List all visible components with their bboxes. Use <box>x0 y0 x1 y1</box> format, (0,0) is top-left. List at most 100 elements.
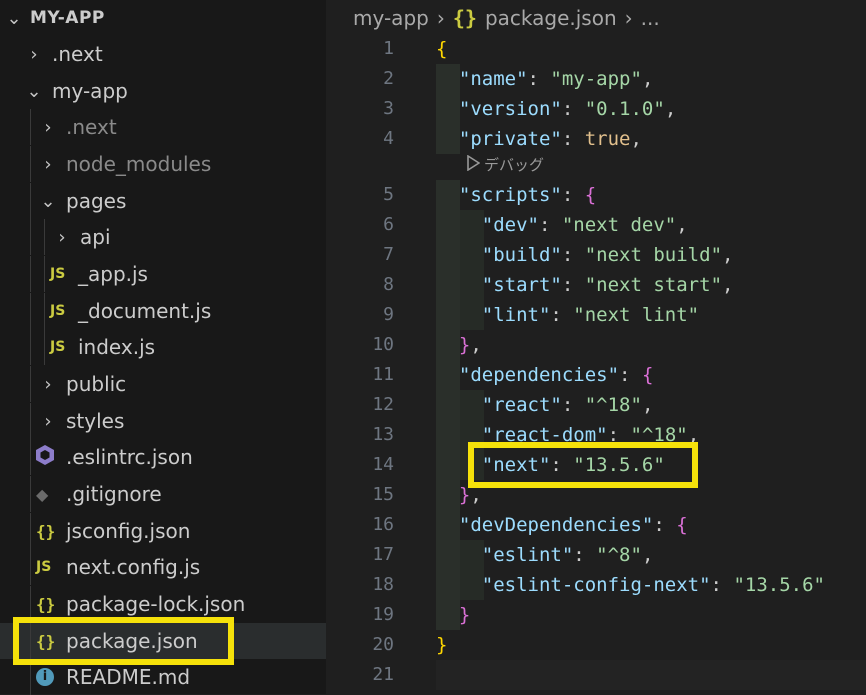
tree-item-label: my-app <box>52 79 128 103</box>
tree-folder-next-root[interactable]: › .next <box>0 36 326 72</box>
line-number: 11 <box>372 364 394 385</box>
chevron-right-icon: › <box>624 6 633 30</box>
explorer-sidebar: ⌄ MY-APP › .next ⌄ my-app › .next › node… <box>0 0 326 695</box>
tree-file-app-js[interactable]: JS _app.js <box>0 256 326 292</box>
tree-file-package-json[interactable]: {} package.json <box>0 623 326 659</box>
info-icon: i <box>36 668 54 686</box>
tree-file-document-js[interactable]: JS _document.js <box>0 293 326 329</box>
code-line-9: "lint": "next lint" <box>481 304 700 326</box>
code-line-10: }, <box>458 334 482 356</box>
line-number: 20 <box>372 634 394 655</box>
code-line-13: "react-dom": "^18", <box>481 424 700 446</box>
tree-item-label: api <box>80 225 111 249</box>
code-line-3: "version": "0.1.0", <box>458 98 677 120</box>
code-line-8: "start": "next start", <box>481 274 734 296</box>
javascript-file-icon: JS <box>50 303 66 319</box>
tree-folder-node-modules[interactable]: › node_modules <box>0 146 326 182</box>
breadcrumb-file[interactable]: package.json <box>485 6 617 30</box>
line-number: 4 <box>383 128 394 149</box>
tree-file-next-config[interactable]: JS next.config.js <box>0 549 326 585</box>
chevron-right-icon: › <box>44 410 52 432</box>
code-line-20: } <box>436 634 448 656</box>
tree-item-label: node_modules <box>66 152 212 176</box>
chevron-right-icon: › <box>44 116 52 138</box>
chevron-down-icon: ⌄ <box>6 7 22 29</box>
current-line-highlight <box>436 660 866 690</box>
javascript-file-icon: JS <box>36 559 52 575</box>
tree-item-label: public <box>66 372 127 396</box>
line-number: 5 <box>383 184 394 205</box>
tree-item-label: package.json <box>66 629 198 653</box>
tree-item-label: jsconfig.json <box>66 519 191 543</box>
tree-folder-next[interactable]: › .next <box>0 109 326 145</box>
code-line-15: }, <box>458 484 482 506</box>
tree-file-index-js[interactable]: JS index.js <box>0 329 326 365</box>
line-number: 12 <box>372 394 394 415</box>
tree-file-gitignore[interactable]: ◆ .gitignore <box>0 476 326 512</box>
code-line-17: "eslint": "^8", <box>481 544 654 566</box>
code-editor[interactable]: my-app › {} package.json › ... 1 2 3 4 5… <box>326 0 866 694</box>
line-number: 3 <box>383 98 394 119</box>
code-line-5: "scripts": { <box>458 184 597 206</box>
tree-folder-my-app[interactable]: ⌄ my-app <box>0 73 326 109</box>
line-number: 9 <box>383 304 394 325</box>
breadcrumb-folder[interactable]: my-app <box>353 6 429 30</box>
code-line-4: "private": true, <box>458 128 642 150</box>
tree-file-jsconfig[interactable]: {} jsconfig.json <box>0 513 326 549</box>
line-number: 17 <box>372 544 394 565</box>
json-file-icon: {} <box>452 6 477 30</box>
json-file-icon: {} <box>36 631 56 651</box>
tree-item-label: .gitignore <box>66 482 162 506</box>
code-line-12: "react": "^18", <box>481 394 654 416</box>
tree-file-package-lock[interactable]: {} package-lock.json <box>0 586 326 622</box>
chevron-down-icon: ⌄ <box>26 80 42 102</box>
line-number: 19 <box>372 604 394 625</box>
chevron-right-icon: › <box>30 43 38 65</box>
json-file-icon: {} <box>36 594 56 614</box>
line-number: 15 <box>372 484 394 505</box>
tree-folder-public[interactable]: › public <box>0 366 326 402</box>
git-icon: ◆ <box>36 484 49 504</box>
line-number: 7 <box>383 244 394 265</box>
breadcrumb: my-app › {} package.json › ... <box>353 4 660 32</box>
line-number: 16 <box>372 514 394 535</box>
code-line-16: "devDependencies": { <box>458 514 688 536</box>
code-line-19: } <box>458 604 471 626</box>
code-line-14: "next": "13.5.6" <box>481 454 665 476</box>
debug-codelens[interactable]: デバッグ <box>466 154 544 175</box>
tree-item-label: _document.js <box>78 299 212 323</box>
line-number: 18 <box>372 574 394 595</box>
explorer-root-label: MY-APP <box>30 8 105 28</box>
code-line-6: "dev": "next dev", <box>481 214 688 236</box>
tree-item-label: next.config.js <box>66 555 201 579</box>
tree-item-label: styles <box>66 409 125 433</box>
line-number: 21 <box>372 664 394 685</box>
line-number: 13 <box>372 424 394 445</box>
tree-folder-api[interactable]: › api <box>0 219 326 255</box>
tree-file-eslintrc[interactable]: .eslintrc.json <box>0 439 326 475</box>
line-number: 2 <box>383 68 394 89</box>
breadcrumb-more[interactable]: ... <box>641 6 660 30</box>
chevron-right-icon: › <box>44 373 52 395</box>
line-number: 10 <box>372 334 394 355</box>
eslint-icon <box>34 444 58 471</box>
line-number: 1 <box>383 38 394 59</box>
code-line-2: "name": "my-app", <box>458 68 654 90</box>
play-icon <box>466 154 481 175</box>
tree-item-label: .next <box>66 115 117 139</box>
chevron-right-icon: › <box>58 226 66 248</box>
tree-folder-pages[interactable]: ⌄ pages <box>0 183 326 219</box>
tree-item-label: pages <box>66 189 127 213</box>
chevron-right-icon: › <box>436 6 445 30</box>
debug-codelens-label: デバッグ <box>484 156 545 174</box>
explorer-root-header[interactable]: ⌄ MY-APP <box>0 0 326 36</box>
tree-file-readme[interactable]: i README.md <box>0 659 326 695</box>
tree-folder-styles[interactable]: › styles <box>0 403 326 439</box>
chevron-right-icon: › <box>44 153 52 175</box>
tree-item-label: README.md <box>66 665 191 689</box>
line-number: 14 <box>372 454 394 475</box>
javascript-file-icon: JS <box>50 266 66 282</box>
tree-item-label: .eslintrc.json <box>66 445 193 469</box>
code-line-7: "build": "next build", <box>481 244 734 266</box>
code-line-1: { <box>436 38 448 60</box>
